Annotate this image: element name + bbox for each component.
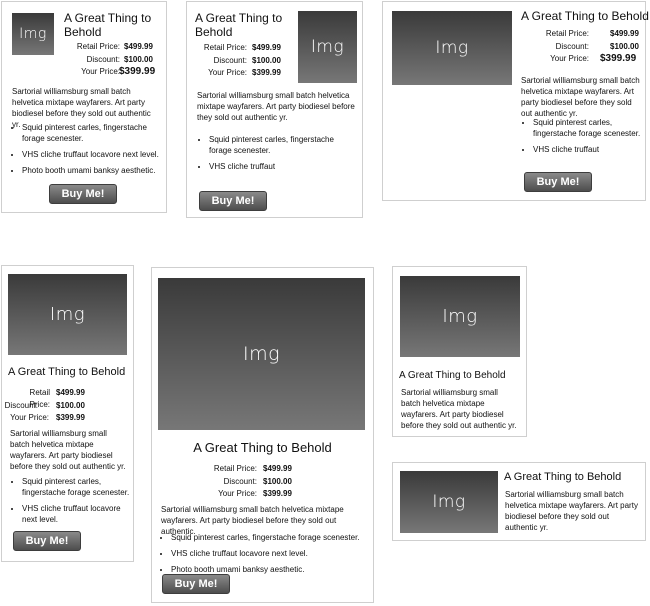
- product-image: Img: [8, 274, 127, 355]
- product-description: Sartorial williamsburg small batch helve…: [197, 91, 355, 122]
- your-price-label: Your Price:: [81, 67, 120, 76]
- product-title: A Great Thing to Behold: [399, 370, 506, 381]
- discount-value: $100.00: [610, 42, 639, 51]
- product-image: Img: [392, 11, 512, 85]
- product-image: Img: [400, 276, 520, 357]
- feature-item: Photo booth umami banksy aesthetic.: [22, 165, 167, 176]
- your-price-label: Your Price:: [218, 489, 257, 498]
- retail-price-label: Retail Price:: [203, 43, 247, 52]
- your-price-value: $399.99: [600, 53, 637, 64]
- discount-label: Discount:: [555, 42, 589, 51]
- product-card-3: Img A Great Thing to Behold Retail Price…: [382, 1, 649, 201]
- discount-label: Discount:: [4, 401, 38, 410]
- feature-item: VHS cliche truffaut: [533, 144, 645, 155]
- feature-item: VHS cliche truffaut locavore next level.: [171, 548, 376, 559]
- feature-item: VHS cliche truffaut locavore next level.: [22, 149, 167, 160]
- product-title: A Great Thing to Behold: [8, 366, 126, 378]
- product-description: Sartorial williamsburg small batch helve…: [521, 76, 640, 118]
- product-card-4: Img A Great Thing to Behold Retail Price…: [1, 265, 134, 562]
- product-card-5: Img A Great Thing to Behold Retail Price…: [151, 267, 374, 603]
- product-image: Img: [400, 471, 498, 533]
- product-description: Sartorial williamsburg small batch helve…: [10, 429, 126, 471]
- retail-price-label: Retail Price:: [76, 42, 120, 51]
- retail-price-value: $499.99: [252, 43, 281, 52]
- price-table: Retail Price: $499.99 Discount: $100.00 Yo…: [197, 42, 297, 82]
- retail-price-value: $499.99: [263, 464, 292, 473]
- feature-list: Squid pinterest carles, fingerstache for…: [12, 122, 167, 181]
- product-description: Sartorial williamsburg small batch helve…: [505, 490, 638, 532]
- price-table: Retail Price: $499.99 Discount: $100.00 Yo…: [5, 387, 120, 427]
- price-table: Retail Price: $499.99 Discount: $100.00 Yo…: [533, 28, 643, 70]
- product-image: Img: [158, 278, 365, 430]
- your-price-value: $399.99: [263, 489, 292, 498]
- product-description: Sartorial williamsburg small batch helve…: [401, 388, 517, 430]
- retail-price-value: $499.99: [610, 29, 639, 38]
- your-price-value: $399.99: [252, 68, 281, 77]
- product-title: A Great Thing to Behold: [193, 440, 332, 455]
- feature-item: VHS cliche truffaut: [209, 161, 339, 172]
- your-price-value: $399.99: [119, 66, 156, 77]
- feature-item: Squid pinterest carles, fingerstache for…: [171, 532, 376, 543]
- product-title: A Great Thing to Behold: [64, 11, 152, 39]
- buy-button[interactable]: Buy Me!: [199, 191, 267, 211]
- your-price-label: Your Price:: [550, 54, 589, 63]
- product-title: A Great Thing to Behold: [521, 9, 649, 23]
- your-price-label: Your Price:: [208, 68, 247, 77]
- your-price-label: Your Price:: [10, 413, 49, 422]
- product-card-6: Img A Great Thing to Behold Sartorial wi…: [392, 266, 527, 437]
- buy-button[interactable]: Buy Me!: [49, 184, 117, 204]
- feature-item: Squid pinterest carles, fingerstache for…: [533, 117, 645, 139]
- feature-list: Squid pinterest carles, fingerstache for…: [12, 476, 134, 530]
- product-title: A Great Thing to Behold: [504, 471, 622, 483]
- feature-item: VHS cliche truffaut locavore next level.: [22, 503, 134, 525]
- discount-value: $100.00: [263, 477, 292, 486]
- discount-value: $100.00: [56, 401, 85, 410]
- retail-price-value: $499.99: [124, 42, 153, 51]
- discount-label: Discount:: [213, 56, 247, 65]
- feature-item: Squid pinterest carles, fingerstache for…: [22, 122, 167, 144]
- product-card-1: Img A Great Thing to Behold Retail Price…: [1, 1, 167, 213]
- discount-label: Discount:: [223, 477, 257, 486]
- product-card-7: Img A Great Thing to Behold Sartorial wi…: [392, 462, 646, 541]
- buy-button[interactable]: Buy Me!: [13, 531, 81, 551]
- retail-price-value: $499.99: [56, 388, 85, 397]
- product-card-2: A Great Thing to Behold Img Retail Price…: [186, 1, 363, 218]
- retail-price-label: Retail Price:: [545, 29, 589, 38]
- feature-item: Squid pinterest carles, fingerstache for…: [22, 476, 134, 498]
- discount-label: Discount:: [86, 55, 120, 64]
- discount-value: $100.00: [124, 55, 153, 64]
- retail-price-label: Retail Price:: [213, 464, 257, 473]
- discount-value: $100.00: [252, 56, 281, 65]
- feature-list: Squid pinterest carles, fingerstache for…: [523, 117, 645, 160]
- feature-item: Squid pinterest carles, fingerstache for…: [209, 134, 339, 156]
- product-image: Img: [298, 11, 357, 83]
- buy-button[interactable]: Buy Me!: [524, 172, 592, 192]
- price-table: Retail Price: $499.99 Discount: $100.00 Yo…: [62, 41, 162, 81]
- product-title: A Great Thing to Behold: [195, 11, 283, 39]
- feature-list: Squid pinterest carles, fingerstache for…: [199, 134, 339, 177]
- product-image: Img: [12, 13, 54, 55]
- your-price-value: $399.99: [56, 413, 85, 422]
- buy-button[interactable]: Buy Me!: [162, 574, 230, 594]
- feature-list: Squid pinterest carles, fingerstache for…: [161, 532, 376, 580]
- price-table: Retail Price: $499.99 Discount: $100.00 Yo…: [202, 463, 322, 503]
